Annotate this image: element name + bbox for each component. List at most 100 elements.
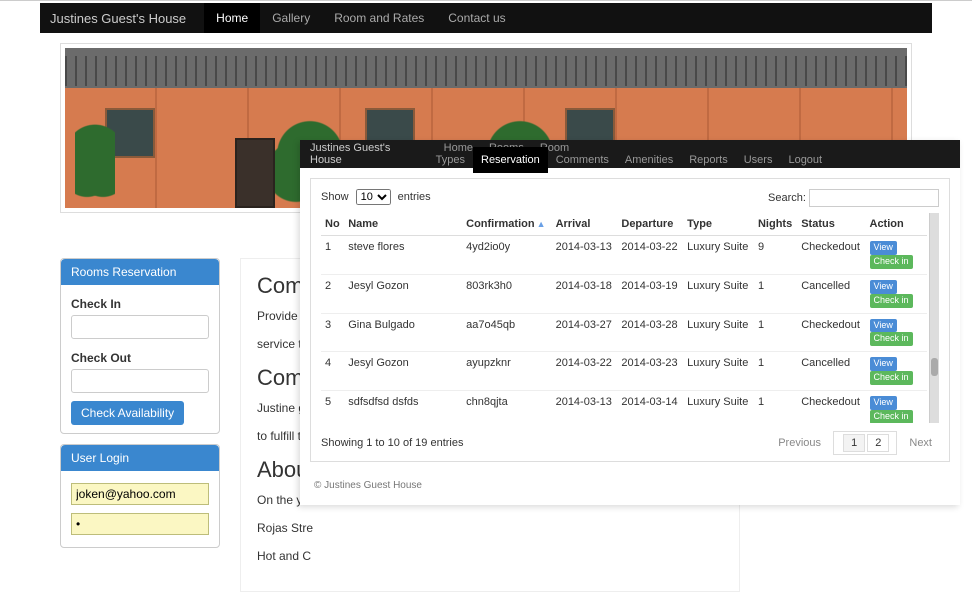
checkin-button[interactable]: Check in — [870, 332, 913, 346]
cell-conf: chn8qjta — [462, 391, 551, 423]
cell-name: sdfsdfsd dsfds — [344, 391, 462, 423]
col-status[interactable]: Status — [797, 213, 865, 236]
admin-footer: © Justines Guest House — [300, 472, 960, 505]
view-button[interactable]: View — [870, 396, 897, 410]
panel-title: Rooms Reservation — [61, 259, 219, 285]
cell-type: Luxury Suite — [683, 274, 754, 313]
brand[interactable]: Justines Guest's House — [50, 11, 186, 26]
pager-page-2[interactable]: 2 — [867, 434, 889, 452]
admin-nav-logout[interactable]: Logout — [780, 147, 830, 173]
cell-name: Jesyl Gozon — [344, 274, 462, 313]
cell-type: Luxury Suite — [683, 313, 754, 352]
cell-no: 5 — [321, 391, 344, 423]
cell-dep: 2014-03-28 — [617, 313, 683, 352]
cell-no: 1 — [321, 236, 344, 275]
cell-status: Cancelled — [797, 274, 865, 313]
view-button[interactable]: View — [870, 280, 897, 294]
cell-action: ViewCheck in — [866, 391, 928, 423]
pager: Previous 12 Next — [769, 431, 939, 455]
cell-action: ViewCheck in — [866, 313, 928, 352]
cell-action: ViewCheck in — [866, 236, 928, 275]
table-info: Showing 1 to 10 of 19 entries — [321, 437, 463, 449]
cell-arr: 2014-03-18 — [552, 274, 618, 313]
view-button[interactable]: View — [870, 357, 897, 371]
col-arrival[interactable]: Arrival — [552, 213, 618, 236]
scrollbar[interactable] — [929, 213, 939, 423]
cell-name: steve flores — [344, 236, 462, 275]
nav-item-room-and-rates[interactable]: Room and Rates — [322, 3, 436, 33]
checkin-button[interactable]: Check in — [870, 255, 913, 269]
checkin-input[interactable] — [71, 315, 209, 339]
cell-nights: 1 — [754, 352, 797, 391]
col-nights[interactable]: Nights — [754, 213, 797, 236]
user-login-panel: User Login — [60, 444, 220, 548]
pager-next[interactable]: Next — [902, 435, 939, 451]
top-nav: Justines Guest's House HomeGalleryRoom a… — [40, 3, 932, 33]
table-row: 4Jesyl Gozonayupzknr2014-03-222014-03-23… — [321, 352, 927, 391]
cell-status: Checkedout — [797, 236, 865, 275]
sort-asc-icon: ▲ — [537, 219, 546, 229]
cell-conf: aa7o45qb — [462, 313, 551, 352]
col-departure[interactable]: Departure — [617, 213, 683, 236]
panel-title: User Login — [61, 445, 219, 471]
login-password-input[interactable] — [71, 513, 209, 535]
reservations-table: NoNameConfirmation▲ArrivalDepartureTypeN… — [321, 213, 927, 423]
nav-item-contact-us[interactable]: Contact us — [436, 3, 517, 33]
search-input[interactable] — [809, 189, 939, 207]
admin-window: Justines Guest's House HomeRoomsRoom Typ… — [300, 140, 960, 505]
col-action[interactable]: Action — [866, 213, 928, 236]
admin-nav-reservation[interactable]: Reservation — [473, 147, 548, 173]
cell-no: 3 — [321, 313, 344, 352]
check-availability-button[interactable]: Check Availability — [71, 401, 184, 425]
rooms-reservation-panel: Rooms Reservation Check In Check Out Che… — [60, 258, 220, 434]
cell-status: Checkedout — [797, 391, 865, 423]
admin-nav: Justines Guest's House HomeRoomsRoom Typ… — [300, 140, 960, 168]
cell-dep: 2014-03-23 — [617, 352, 683, 391]
col-confirmation[interactable]: Confirmation▲ — [462, 213, 551, 236]
cell-type: Luxury Suite — [683, 236, 754, 275]
checkin-button[interactable]: Check in — [870, 371, 913, 385]
cell-arr: 2014-03-22 — [552, 352, 618, 391]
cell-status: Checkedout — [797, 313, 865, 352]
nav-item-gallery[interactable]: Gallery — [260, 3, 322, 33]
nav-item-home[interactable]: Home — [204, 3, 260, 33]
table-row: 2Jesyl Gozon803rk3h02014-03-182014-03-19… — [321, 274, 927, 313]
paragraph: Rojas Stre — [257, 521, 723, 535]
admin-brand[interactable]: Justines Guest's House — [310, 142, 422, 166]
admin-nav-reports[interactable]: Reports — [681, 147, 736, 173]
page-length-select[interactable]: 10 — [356, 189, 391, 205]
checkin-button[interactable]: Check in — [870, 294, 913, 308]
checkout-input[interactable] — [71, 369, 209, 393]
cell-name: Jesyl Gozon — [344, 352, 462, 391]
col-name[interactable]: Name — [344, 213, 462, 236]
cell-arr: 2014-03-13 — [552, 391, 618, 423]
col-type[interactable]: Type — [683, 213, 754, 236]
pager-page-1[interactable]: 1 — [843, 434, 865, 452]
cell-nights: 1 — [754, 391, 797, 423]
login-email-input[interactable] — [71, 483, 209, 505]
cell-nights: 1 — [754, 274, 797, 313]
checkout-label: Check Out — [71, 351, 209, 365]
cell-arr: 2014-03-27 — [552, 313, 618, 352]
cell-action: ViewCheck in — [866, 352, 928, 391]
search-control: Search: — [768, 189, 939, 207]
admin-nav-comments[interactable]: Comments — [548, 147, 617, 173]
cell-type: Luxury Suite — [683, 391, 754, 423]
pager-prev[interactable]: Previous — [771, 435, 828, 451]
cell-type: Luxury Suite — [683, 352, 754, 391]
cell-name: Gina Bulgado — [344, 313, 462, 352]
view-button[interactable]: View — [870, 319, 897, 333]
table-row: 3Gina Bulgadoaa7o45qb2014-03-272014-03-2… — [321, 313, 927, 352]
paragraph: Hot and C — [257, 549, 723, 563]
admin-nav-users[interactable]: Users — [736, 147, 781, 173]
view-button[interactable]: View — [870, 241, 897, 255]
admin-nav-amenities[interactable]: Amenities — [617, 147, 681, 173]
cell-dep: 2014-03-14 — [617, 391, 683, 423]
checkin-button[interactable]: Check in — [870, 410, 913, 423]
table-row: 1steve flores4yd2io0y2014-03-132014-03-2… — [321, 236, 927, 275]
cell-dep: 2014-03-22 — [617, 236, 683, 275]
col-no[interactable]: No — [321, 213, 344, 236]
cell-conf: ayupzknr — [462, 352, 551, 391]
cell-action: ViewCheck in — [866, 274, 928, 313]
cell-conf: 4yd2io0y — [462, 236, 551, 275]
